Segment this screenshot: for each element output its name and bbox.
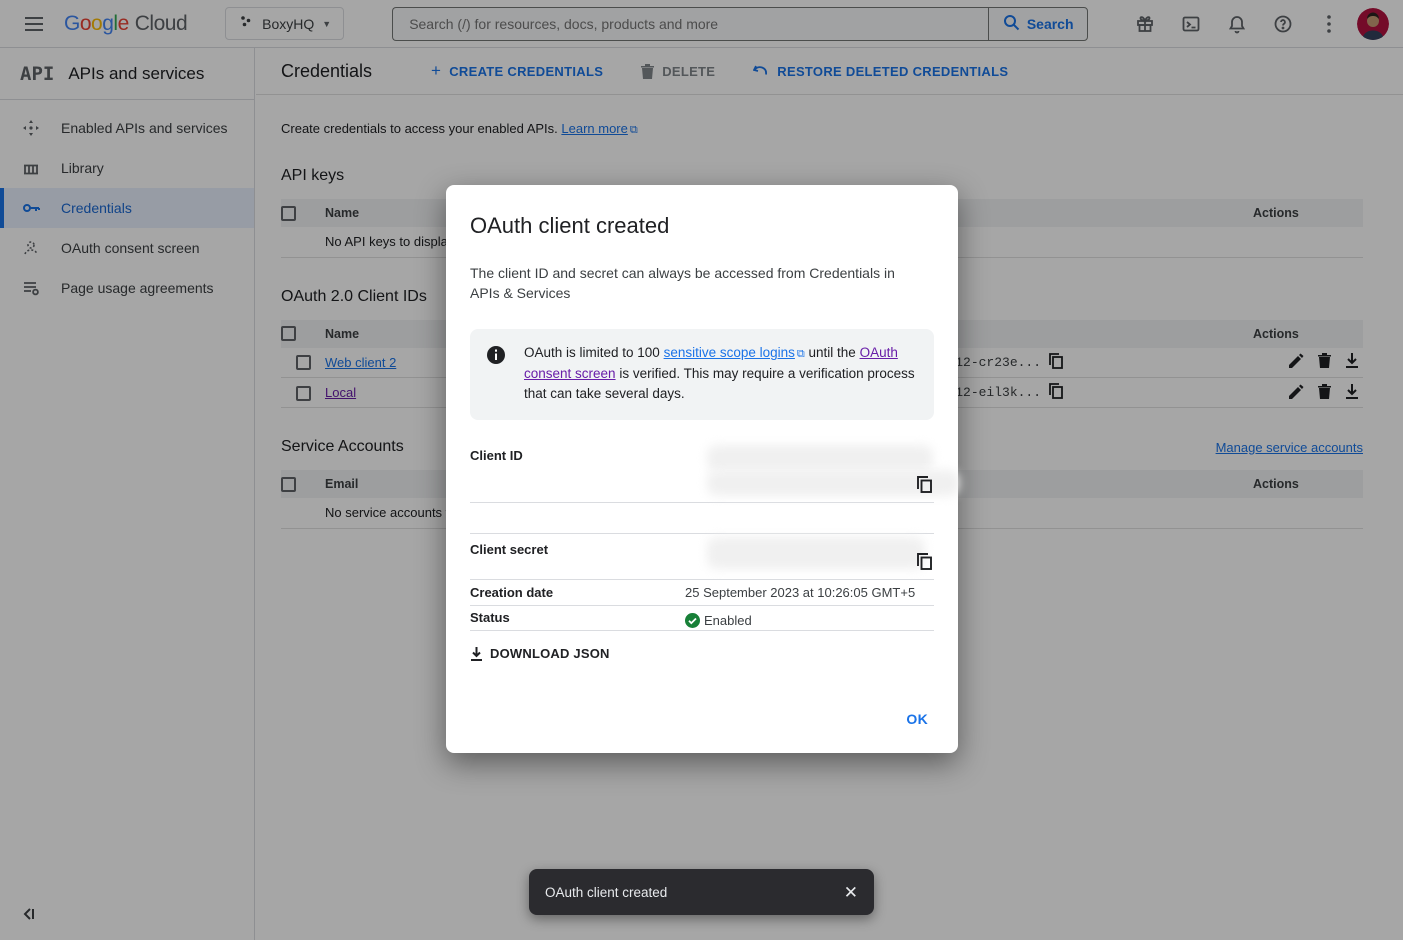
- creation-date-value: 25 September 2023 at 10:26:05 GMT+5: [685, 580, 934, 605]
- download-json-button[interactable]: DOWNLOAD JSON: [470, 646, 610, 661]
- status-text: Enabled: [704, 613, 752, 628]
- info-text-part: until the: [805, 345, 860, 360]
- download-icon: [470, 647, 483, 661]
- client-id-row: Client ID: [470, 440, 934, 503]
- ok-button[interactable]: OK: [906, 711, 928, 727]
- redacted-value: [707, 445, 933, 471]
- client-secret-value-redacted: [685, 534, 934, 579]
- link-label: sensitive scope logins: [664, 345, 795, 360]
- client-secret-row: Client secret: [470, 534, 934, 580]
- info-text-part: OAuth is limited to 100: [524, 345, 664, 360]
- copy-client-secret-icon[interactable]: [917, 553, 932, 575]
- info-text: OAuth is limited to 100 sensitive scope …: [524, 343, 918, 404]
- row-spacer: [470, 503, 934, 534]
- dialog-title: OAuth client created: [470, 213, 934, 239]
- dialog-subtitle: The client ID and secret can always be a…: [470, 263, 920, 303]
- info-banner: OAuth is limited to 100 sensitive scope …: [470, 329, 934, 420]
- toast-message: OAuth client created: [545, 885, 667, 900]
- client-secret-label: Client secret: [470, 534, 685, 579]
- toast-notification: OAuth client created ✕: [529, 869, 874, 915]
- copy-client-id-icon[interactable]: [917, 476, 932, 498]
- status-value: Enabled: [685, 606, 934, 630]
- creation-date-label: Creation date: [470, 580, 685, 605]
- check-circle-icon: [685, 613, 700, 628]
- sensitive-scope-logins-link[interactable]: sensitive scope logins⧉: [664, 345, 805, 360]
- external-link-icon: ⧉: [797, 344, 805, 364]
- redacted-value: [707, 537, 925, 569]
- client-id-label: Client ID: [470, 440, 685, 502]
- status-label: Status: [470, 606, 685, 630]
- toast-close-icon[interactable]: ✕: [844, 884, 858, 901]
- creation-date-row: Creation date 25 September 2023 at 10:26…: [470, 580, 934, 606]
- oauth-client-created-dialog: OAuth client created The client ID and s…: [446, 185, 958, 753]
- info-icon: [486, 345, 506, 404]
- download-json-label: DOWNLOAD JSON: [490, 646, 610, 661]
- status-row: Status Enabled: [470, 606, 934, 631]
- client-id-value-redacted: [685, 440, 934, 502]
